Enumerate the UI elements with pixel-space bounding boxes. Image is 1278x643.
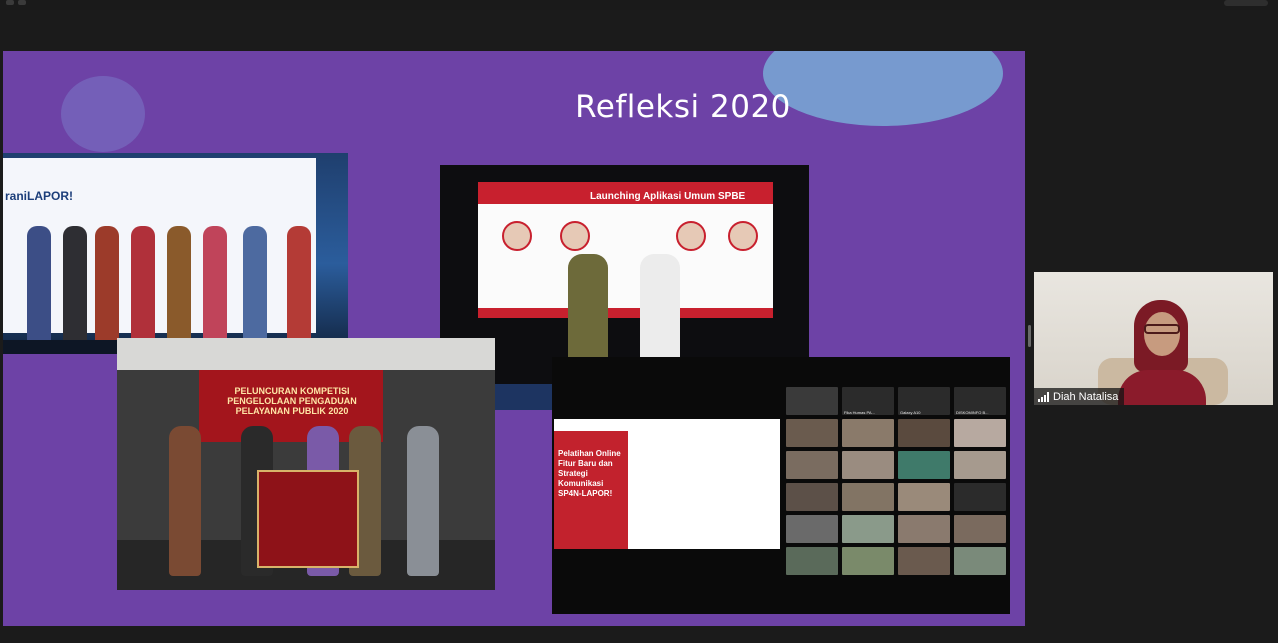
video-tile [786,483,838,511]
video-tile [954,451,1006,479]
participant-glasses [1144,324,1180,334]
speaker-avatar [728,221,758,251]
video-tile [786,419,838,447]
panel-resize-handle[interactable] [1028,325,1031,347]
video-tile [786,515,838,543]
video-tile [786,387,838,415]
video-tile [954,483,1006,511]
participant-face [1144,312,1180,356]
speaker-avatar [502,221,532,251]
participant-name: Diah Natalisa [1053,390,1119,403]
video-tile [786,451,838,479]
person-figure [27,226,51,344]
video-tile [954,419,1006,447]
video-tile [898,451,950,479]
video-tile [898,547,950,575]
window-top-bar [0,0,1278,10]
person-figure [203,226,227,344]
event-photo-discussion: raniLAPOR! [3,153,348,354]
event-photo-online-training: Pelatihan Online Fitur Baru dan Strategi… [552,357,1010,614]
video-tile: Fika Humas PA... [842,387,894,415]
person-figure [63,226,87,344]
participant-name-tag: Diah Natalisa [1034,388,1125,405]
slide-title: Refleksi 2020 [575,89,791,125]
screen-title: Launching Aplikasi Umum SPBE [590,191,746,202]
training-card-title: Pelatihan Online Fitur Baru dan Strategi… [558,449,621,498]
event-sign-board [257,470,359,568]
video-tile [954,515,1006,543]
top-right-control[interactable] [1224,0,1268,6]
video-tile: DISKOMINFO B... [954,387,1006,415]
video-tile [898,419,950,447]
video-tile [786,547,838,575]
video-tile [842,451,894,479]
screen-footer [478,308,773,318]
video-tile [842,483,894,511]
ceiling [117,338,495,370]
training-card: Pelatihan Online Fitur Baru dan Strategi… [554,419,780,549]
video-participant-grid: Fika Humas PA... Galaxy A10 DISKOMINFO B… [786,387,1008,579]
person-figure [287,226,311,344]
event-banner-text: raniLAPOR! [5,189,74,203]
decorative-blob [61,76,145,152]
person-figure [243,226,267,344]
speaker-avatar [676,221,706,251]
event-photo-competition: PELUNCURAN KOMPETISI PENGELOLAAN PENGADU… [117,338,495,590]
video-tile [842,515,894,543]
video-tile [954,547,1006,575]
video-tile [842,419,894,447]
video-tile: Galaxy A10 [898,387,950,415]
window-control-icon[interactable] [18,0,26,5]
participant-video-tile[interactable]: Diah Natalisa [1034,272,1273,405]
backdrop-text: PELUNCURAN KOMPETISI PENGELOLAAN PENGADU… [227,386,357,416]
person-figure [407,426,439,576]
participant-body [1118,370,1206,405]
signal-strength-icon [1038,391,1049,402]
window-control-icon[interactable] [6,0,14,5]
shared-slide: Refleksi 2020 raniLAPOR! Launching Aplik… [3,51,1025,626]
video-tile [898,483,950,511]
person-figure [169,426,201,576]
person-figure [95,226,119,344]
person-figure [131,226,155,344]
video-tile [842,547,894,575]
person-figure [167,226,191,344]
speaker-avatar [560,221,590,251]
video-tile [898,515,950,543]
